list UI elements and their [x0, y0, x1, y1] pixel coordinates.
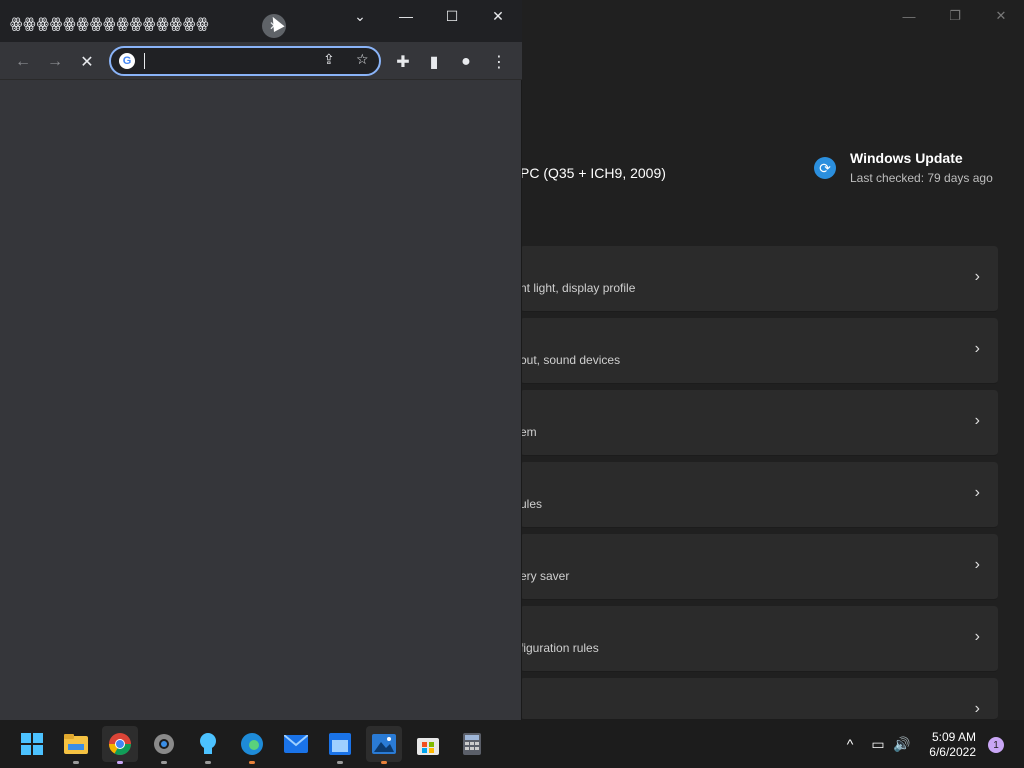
- file-explorer-icon[interactable]: [58, 726, 94, 764]
- start-icon[interactable]: [14, 726, 50, 762]
- extensions-icon[interactable]: ✚: [391, 50, 415, 74]
- settings-card-notifications[interactable]: em ›: [520, 390, 998, 456]
- share-icon[interactable]: ⇪: [323, 51, 335, 68]
- tips-icon[interactable]: [190, 726, 226, 764]
- card-description: out, sound devices: [520, 353, 621, 367]
- clock-time: 5:09 AM: [931, 730, 976, 744]
- chrome-titlebar: ꙮꙮꙮꙮꙮꙮꙮꙮꙮꙮꙮꙮꙮꙮꙮ ✕ ⌄ — ☐ ✕: [0, 0, 522, 42]
- windows-update-title: Windows Update: [850, 150, 963, 166]
- chrome-toolbar: ← → ✕ G ⇪ ☆ ✚ ▮ ● ⋮: [0, 42, 522, 80]
- text-caret: [144, 53, 145, 69]
- settings-restore-button[interactable]: ❐: [932, 4, 978, 28]
- close-button[interactable]: ✕: [475, 4, 521, 28]
- settings-card-focus[interactable]: ules ›: [520, 462, 998, 528]
- taskbar: ^ ▭ 🔊: [0, 720, 1024, 768]
- photos-icon[interactable]: [366, 726, 402, 764]
- chevron-right-icon: ›: [974, 628, 980, 645]
- settings-card-sound[interactable]: out, sound devices ›: [520, 318, 998, 384]
- card-description: figuration rules: [520, 641, 599, 655]
- settings-card-display[interactable]: nt light, display profile ›: [520, 246, 998, 312]
- store-icon[interactable]: [410, 726, 446, 762]
- edge-icon[interactable]: [234, 726, 270, 764]
- stop-button[interactable]: ✕: [75, 50, 99, 74]
- google-icon: G: [119, 53, 135, 69]
- card-description: em: [520, 425, 537, 439]
- volume-icon[interactable]: 🔊: [884, 726, 920, 762]
- minimize-button[interactable]: —: [383, 4, 429, 28]
- settings-icon[interactable]: [146, 726, 182, 764]
- chrome-window: ꙮꙮꙮꙮꙮꙮꙮꙮꙮꙮꙮꙮꙮꙮꙮ ✕ ⌄ — ☐ ✕ ← → ✕ G ⇪ ☆ ✚ …: [0, 0, 522, 720]
- mail-icon[interactable]: [278, 726, 314, 762]
- card-description: nt light, display profile: [520, 281, 636, 295]
- side-panel-icon[interactable]: ▮: [422, 50, 446, 74]
- card-description: ules: [520, 497, 543, 511]
- back-button[interactable]: ←: [11, 50, 35, 74]
- windows-update-status: Last checked: 79 days ago: [850, 171, 993, 185]
- chevron-right-icon: ›: [974, 340, 980, 357]
- tab-title[interactable]: ꙮꙮꙮꙮꙮꙮꙮꙮꙮꙮꙮꙮꙮꙮꙮ: [10, 15, 210, 32]
- settings-minimize-button[interactable]: —: [886, 4, 932, 28]
- calculator-icon[interactable]: [454, 726, 490, 762]
- address-bar[interactable]: G ⇪ ☆: [109, 46, 381, 76]
- chevron-right-icon: ›: [974, 556, 980, 573]
- settings-card-storage[interactable]: figuration rules ›: [520, 606, 998, 672]
- calendar-icon[interactable]: [322, 726, 358, 764]
- chevron-right-icon: ›: [974, 412, 980, 429]
- notification-badge[interactable]: 1: [988, 737, 1004, 753]
- clock-date: 6/6/2022: [929, 745, 976, 759]
- device-name: PC (Q35 + ICH9, 2009): [520, 165, 666, 181]
- sync-icon: ⟳: [814, 157, 836, 179]
- tab-search-button[interactable]: ⌄: [337, 4, 383, 28]
- profile-icon[interactable]: ●: [454, 50, 478, 74]
- settings-close-button[interactable]: ✕: [978, 4, 1024, 28]
- maximize-button[interactable]: ☐: [429, 4, 475, 28]
- windows-update-link[interactable]: ⟳ Windows Update Last checked: 79 days a…: [814, 150, 993, 185]
- settings-card-power[interactable]: ery saver ›: [520, 534, 998, 600]
- chevron-right-icon: ›: [974, 700, 980, 717]
- chrome-icon[interactable]: [102, 726, 138, 764]
- chevron-right-icon: ›: [974, 268, 980, 285]
- chevron-right-icon: ›: [974, 484, 980, 501]
- forward-button[interactable]: →: [43, 50, 67, 74]
- clock[interactable]: 5:09 AM 6/6/2022: [920, 730, 976, 760]
- card-description: ery saver: [520, 569, 570, 583]
- menu-icon[interactable]: ⋮: [487, 50, 511, 74]
- bookmark-star-icon[interactable]: ☆: [356, 51, 369, 68]
- settings-card-multitasking[interactable]: ›: [520, 678, 998, 720]
